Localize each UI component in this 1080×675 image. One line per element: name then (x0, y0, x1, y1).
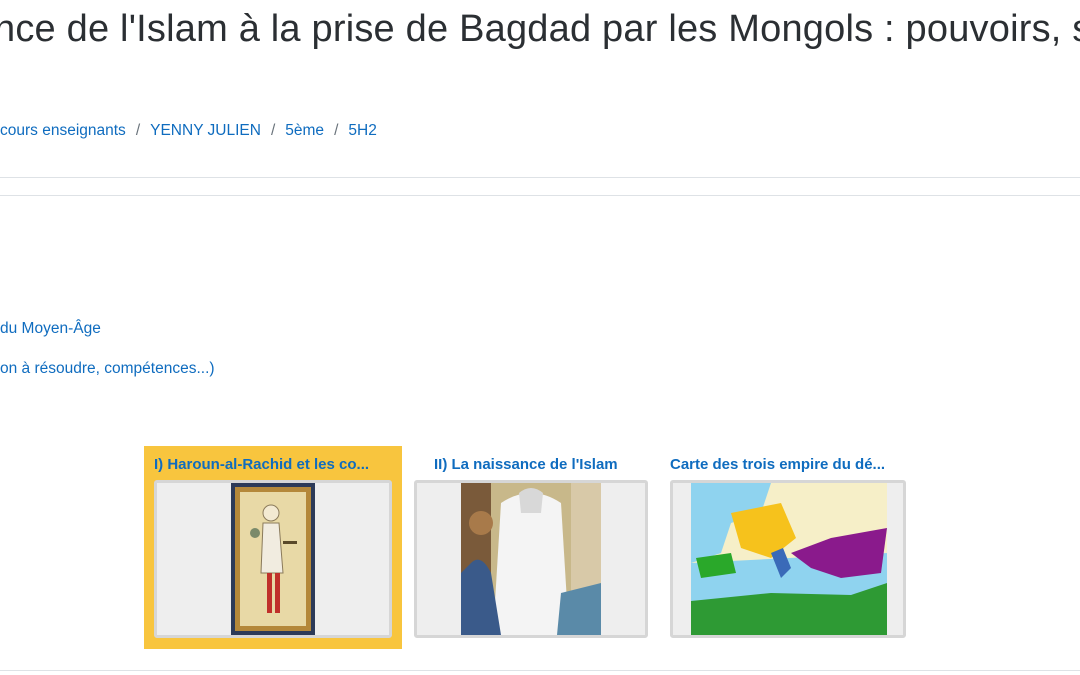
card-image-frame[interactable] (414, 480, 648, 638)
link-competences[interactable]: on à résoudre, compétences...) (0, 360, 215, 378)
divider (0, 177, 1080, 178)
breadcrumb-separator: / (270, 122, 276, 139)
breadcrumb-item-yenny-julien[interactable]: YENNY JULIEN (150, 122, 261, 139)
card-image-frame[interactable] (670, 480, 906, 638)
breadcrumb-item-5h2[interactable]: 5H2 (348, 122, 376, 139)
breadcrumb-item-cours-enseignants[interactable]: cours enseignants (0, 122, 126, 139)
breadcrumb-item-5eme[interactable]: 5ème (285, 122, 324, 139)
breadcrumb-separator: / (135, 122, 141, 139)
breadcrumb: cours enseignants / YENNY JULIEN / 5ème / 5H2 (0, 122, 377, 140)
breadcrumb-separator: / (334, 122, 339, 139)
card-title[interactable]: Carte des trois empire du dé... (670, 446, 906, 480)
card-title[interactable]: II) La naissance de l'Islam (414, 446, 650, 480)
divider (0, 670, 1080, 671)
prophet-painting-image (461, 483, 601, 635)
card-image-frame[interactable] (154, 480, 392, 638)
three-empires-map-image (691, 483, 887, 635)
card-title[interactable]: I) Haroun-al-Rachid et les co... (144, 446, 402, 480)
link-moyen-age[interactable]: du Moyen-Âge (0, 320, 101, 338)
divider (0, 195, 1080, 196)
card-naissance-islam[interactable]: II) La naissance de l'Islam (414, 446, 650, 649)
page-title: nce de l'Islam à la prise de Bagdad par … (0, 8, 1080, 50)
miniature-portrait-image (231, 483, 315, 635)
card-carte-trois-empires[interactable]: Carte des trois empire du dé... (670, 446, 906, 649)
card-haroun-al-rachid[interactable]: I) Haroun-al-Rachid et les co... (144, 446, 402, 649)
